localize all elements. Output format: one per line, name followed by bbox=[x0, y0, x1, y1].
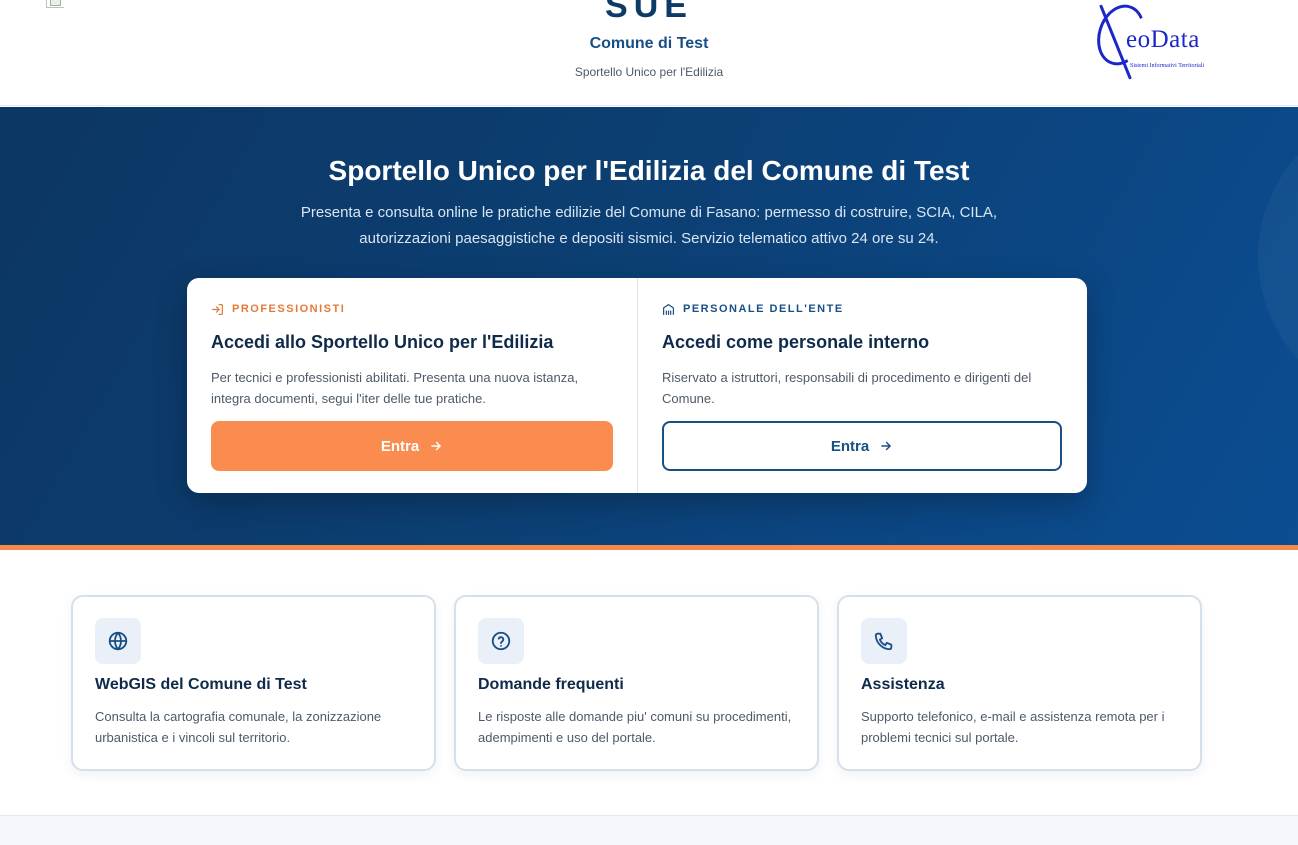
service-card-assistenza[interactable]: Assistenza Supporto telefonico, e-mail e… bbox=[837, 595, 1202, 771]
geodata-logo[interactable]: eoData Sistemi Informativi Territoriali bbox=[1089, 0, 1229, 82]
professionisti-title: Accedi allo Sportello Unico per l'Ediliz… bbox=[211, 332, 554, 352]
eyebrow-professionisti: PROFESSIONISTI bbox=[211, 302, 345, 316]
service-description: Consulta la cartografia comunale, la zon… bbox=[95, 709, 382, 745]
site-header: SUE Comune di Test Sportello Unico per l… bbox=[0, 0, 1298, 106]
ente-description: Riservato a istruttori, responsabili di … bbox=[662, 370, 1032, 406]
service-title: Assistenza bbox=[861, 676, 945, 693]
building-icon bbox=[663, 303, 674, 315]
footer-strip bbox=[0, 815, 1298, 845]
hero-title: Sportello Unico per l'Edilizia del Comun… bbox=[328, 155, 970, 186]
service-title: WebGIS del Comune di Test bbox=[95, 676, 307, 693]
service-title: Domande frequenti bbox=[478, 676, 624, 693]
ente-title: Accedi come personale interno bbox=[662, 332, 930, 352]
login-icon bbox=[212, 303, 223, 315]
service-card-webgis[interactable]: WebGIS del Comune di Test Consulta la ca… bbox=[71, 595, 436, 771]
service-card-faq[interactable]: Domande frequenti Le risposte alle doman… bbox=[454, 595, 819, 771]
professionisti-description: Per tecnici e professionisti abilitati. … bbox=[211, 370, 579, 406]
hero-description: Presenta e consulta online le pratiche e… bbox=[300, 204, 998, 247]
professionisti-enter-button[interactable]: Entra bbox=[211, 421, 613, 471]
eyebrow-ente: PERSONALE DELL'ENTE bbox=[662, 302, 844, 316]
service-description: Supporto telefonico, e-mail e assistenza… bbox=[861, 709, 1165, 745]
phone-icon bbox=[874, 632, 893, 651]
hero-decoration bbox=[1258, 107, 1298, 407]
ente-enter-button[interactable]: Entra bbox=[662, 421, 1062, 471]
hero-accent-band bbox=[0, 545, 1298, 550]
access-card: PROFESSIONISTI Accedi allo Sportello Uni… bbox=[187, 278, 1087, 493]
access-professionisti: PROFESSIONISTI Accedi allo Sportello Uni… bbox=[187, 278, 637, 493]
arrow-right-icon bbox=[881, 441, 891, 451]
question-icon bbox=[491, 631, 511, 651]
globe-icon bbox=[108, 631, 128, 651]
arrow-right-icon bbox=[431, 441, 441, 451]
access-ente: PERSONALE DELL'ENTE Accedi come personal… bbox=[638, 278, 1087, 493]
service-description: Le risposte alle domande piu' comuni su … bbox=[478, 709, 792, 745]
